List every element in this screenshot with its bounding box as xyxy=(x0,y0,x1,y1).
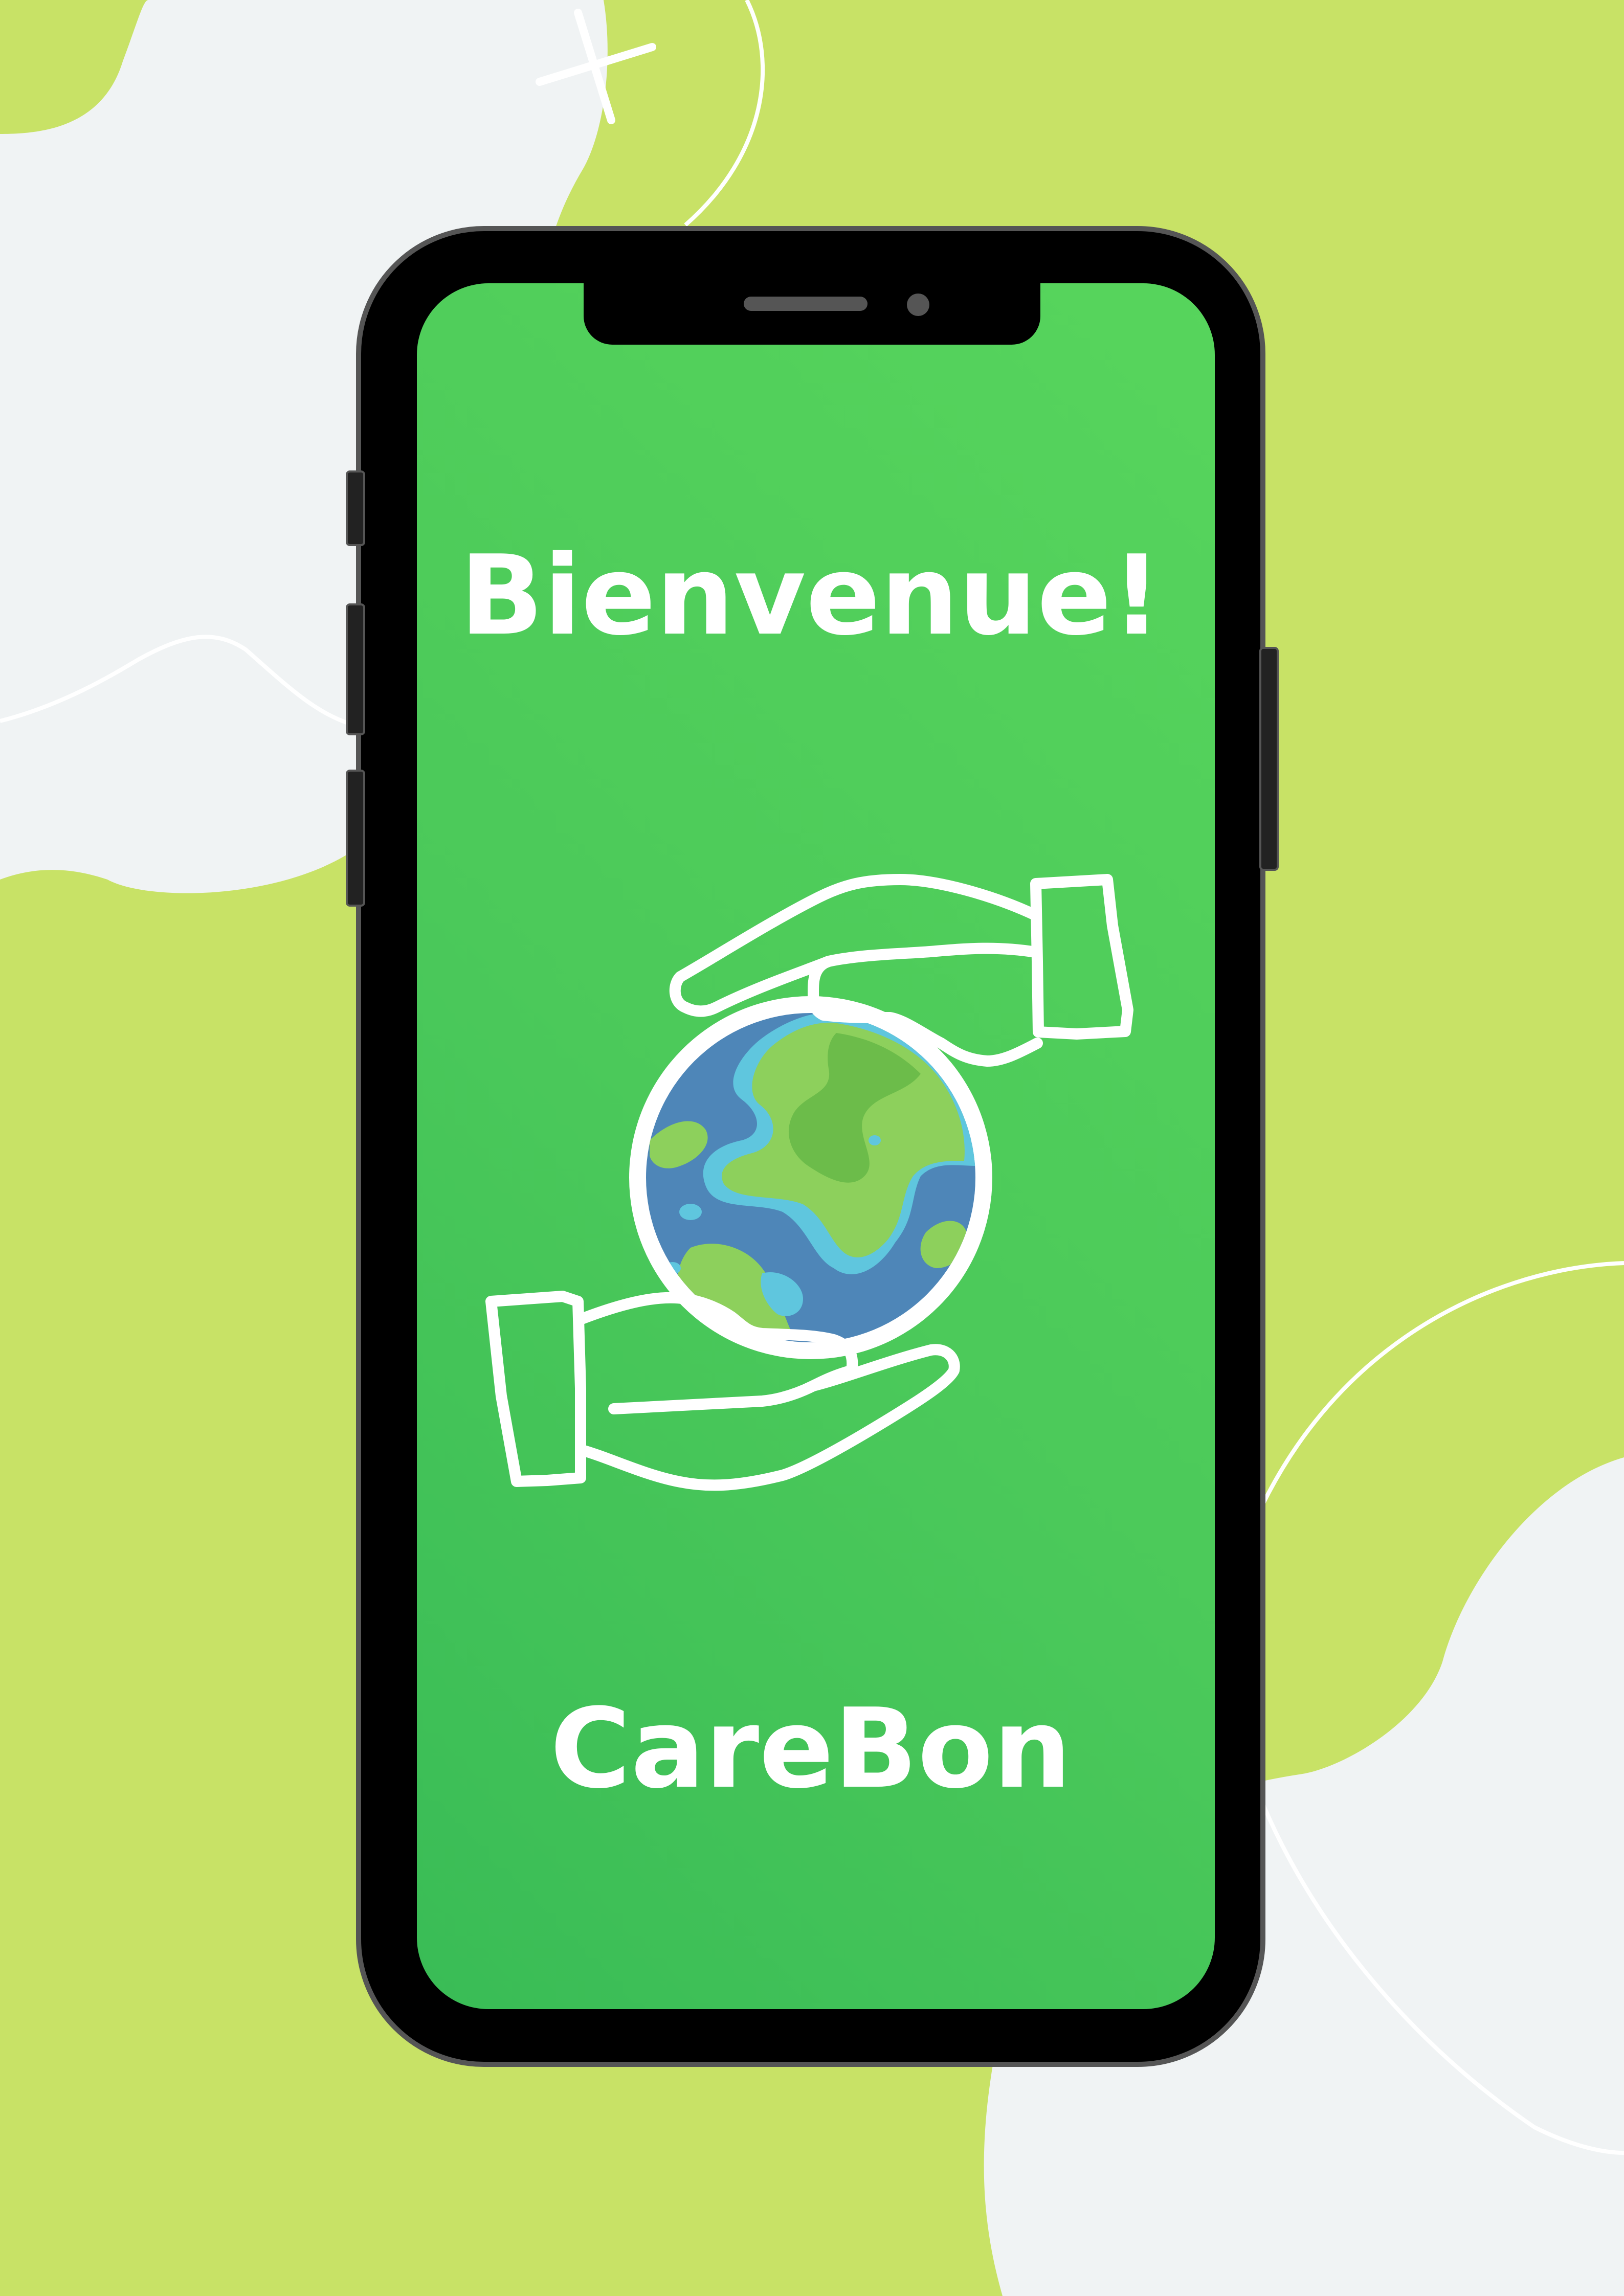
phone-volume-down-button xyxy=(346,770,365,907)
phone-mute-switch xyxy=(346,470,365,546)
app-brand-name: CareBon xyxy=(550,1684,1072,1813)
phone-power-button xyxy=(1259,647,1279,871)
earth-globe-icon xyxy=(629,996,992,1359)
phone-volume-up-button xyxy=(346,603,365,735)
phone-speaker xyxy=(744,297,867,311)
background-outline-arc-top xyxy=(684,0,765,227)
hands-holding-earth-icon xyxy=(485,874,1133,1491)
welcome-title: Bienvenue! xyxy=(459,531,1162,660)
front-camera-icon xyxy=(907,294,929,316)
